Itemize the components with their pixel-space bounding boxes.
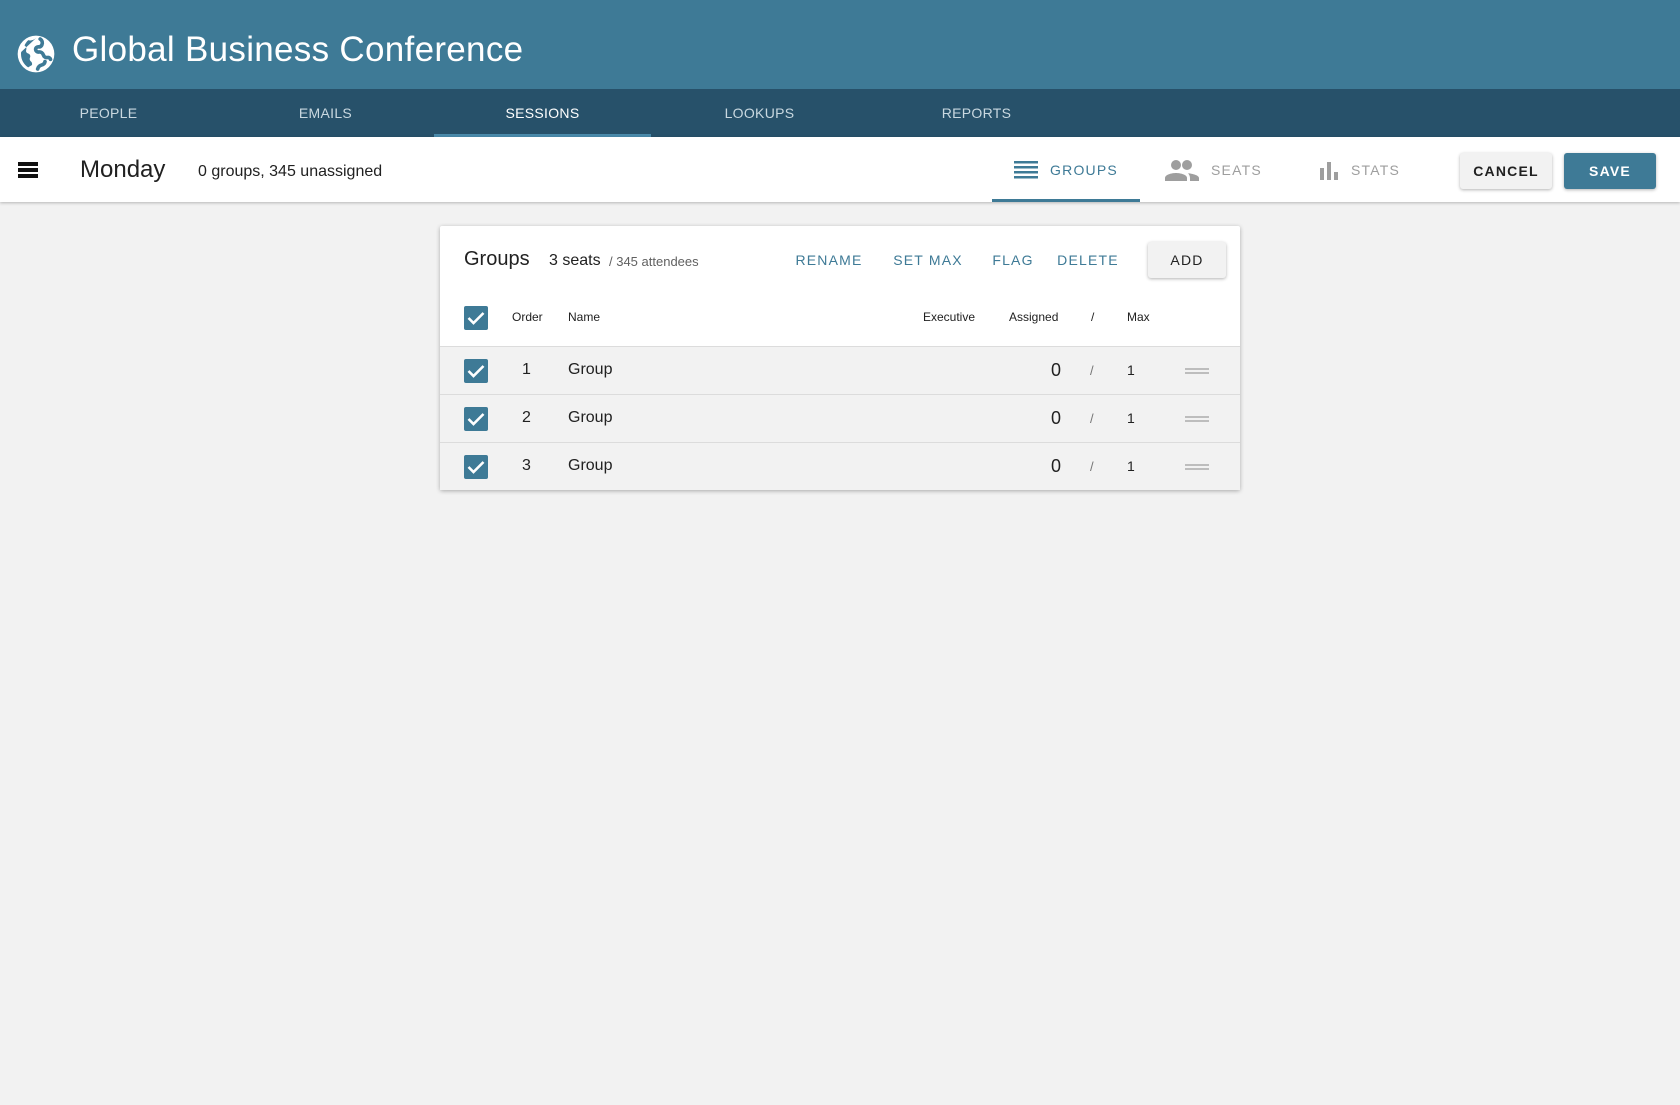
check-icon bbox=[467, 365, 485, 378]
row-assigned: 0 bbox=[1051, 408, 1062, 428]
flag-button[interactable]: FLAG bbox=[988, 242, 1038, 278]
main-nav: PEOPLE EMAILS SESSIONS LOOKUPS REPORTS bbox=[0, 89, 1680, 137]
drag-handle-icon[interactable] bbox=[1185, 464, 1209, 470]
nav-tab-emails[interactable]: EMAILS bbox=[217, 89, 434, 137]
nav-tab-reports[interactable]: REPORTS bbox=[868, 89, 1085, 137]
row-assigned: 0 bbox=[1051, 456, 1062, 476]
session-toolbar: Monday 0 groups, 345 unassigned GROUPS S… bbox=[0, 137, 1680, 202]
check-icon bbox=[467, 413, 485, 426]
app-title: Global Business Conference bbox=[72, 30, 524, 69]
bar-chart-icon bbox=[1320, 161, 1338, 180]
groups-card: Groups 3 seats / 345 attendees RENAME SE… bbox=[440, 226, 1240, 490]
delete-button[interactable]: DELETE bbox=[1054, 242, 1122, 278]
column-header-executive[interactable]: Executive bbox=[923, 310, 975, 324]
row-max[interactable]: 1 bbox=[1127, 362, 1135, 378]
column-header-assigned[interactable]: Assigned bbox=[1009, 310, 1058, 324]
row-name[interactable]: Group bbox=[568, 457, 612, 475]
view-tab-groups[interactable]: GROUPS bbox=[992, 137, 1140, 202]
day-title: Monday bbox=[80, 156, 166, 183]
list-icon bbox=[1014, 160, 1039, 178]
attendees-count: / 345 attendees bbox=[609, 254, 699, 269]
view-tab-seats[interactable]: SEATS bbox=[1165, 137, 1262, 202]
view-tab-seats-label: SEATS bbox=[1211, 161, 1262, 178]
row-max[interactable]: 1 bbox=[1127, 410, 1135, 426]
select-all-checkbox[interactable] bbox=[464, 306, 488, 330]
rename-button[interactable]: RENAME bbox=[790, 242, 868, 278]
check-icon bbox=[467, 461, 485, 474]
nav-tab-sessions[interactable]: SESSIONS bbox=[434, 89, 651, 137]
drag-handle-icon[interactable] bbox=[1185, 416, 1209, 422]
row-order: 1 bbox=[522, 361, 531, 378]
cancel-button[interactable]: CANCEL bbox=[1460, 153, 1552, 189]
column-header-order[interactable]: Order bbox=[512, 310, 543, 324]
table-row[interactable]: 3 Group 0 / 1 bbox=[440, 442, 1240, 490]
row-max[interactable]: 1 bbox=[1127, 458, 1135, 474]
column-header-name[interactable]: Name bbox=[568, 310, 600, 324]
day-summary: 0 groups, 345 unassigned bbox=[198, 163, 383, 180]
save-button[interactable]: SAVE bbox=[1564, 153, 1656, 189]
row-checkbox[interactable] bbox=[464, 359, 488, 383]
globe-icon bbox=[17, 35, 55, 73]
nav-tab-lookups[interactable]: LOOKUPS bbox=[651, 89, 868, 137]
groups-title: Groups bbox=[464, 248, 530, 270]
nav-tab-people[interactable]: PEOPLE bbox=[0, 89, 217, 137]
check-icon bbox=[467, 312, 485, 325]
people-icon bbox=[1165, 159, 1199, 181]
table-row[interactable]: 1 Group 0 / 1 bbox=[440, 346, 1240, 394]
seats-count: 3 seats bbox=[549, 252, 601, 269]
row-checkbox[interactable] bbox=[464, 407, 488, 431]
set-max-button[interactable]: SET MAX bbox=[886, 242, 970, 278]
view-tab-stats-label: STATS bbox=[1351, 161, 1401, 178]
table-row[interactable]: 2 Group 0 / 1 bbox=[440, 394, 1240, 442]
app-bar: Global Business Conference bbox=[0, 0, 1680, 89]
row-order: 3 bbox=[522, 457, 531, 474]
view-tab-stats[interactable]: STATS bbox=[1319, 137, 1400, 202]
column-header-slash: / bbox=[1091, 310, 1095, 324]
row-slash: / bbox=[1090, 363, 1094, 378]
row-name[interactable]: Group bbox=[568, 361, 612, 379]
drag-handle-icon[interactable] bbox=[1185, 368, 1209, 374]
menu-icon[interactable] bbox=[18, 162, 38, 178]
row-slash: / bbox=[1090, 411, 1094, 426]
column-header-max[interactable]: Max bbox=[1127, 310, 1150, 324]
row-order: 2 bbox=[522, 409, 531, 426]
add-button[interactable]: ADD bbox=[1148, 242, 1226, 278]
row-name[interactable]: Group bbox=[568, 409, 612, 427]
row-assigned: 0 bbox=[1051, 360, 1062, 380]
view-tab-groups-label: GROUPS bbox=[1050, 161, 1118, 178]
row-slash: / bbox=[1090, 459, 1094, 474]
row-checkbox[interactable] bbox=[464, 455, 488, 479]
